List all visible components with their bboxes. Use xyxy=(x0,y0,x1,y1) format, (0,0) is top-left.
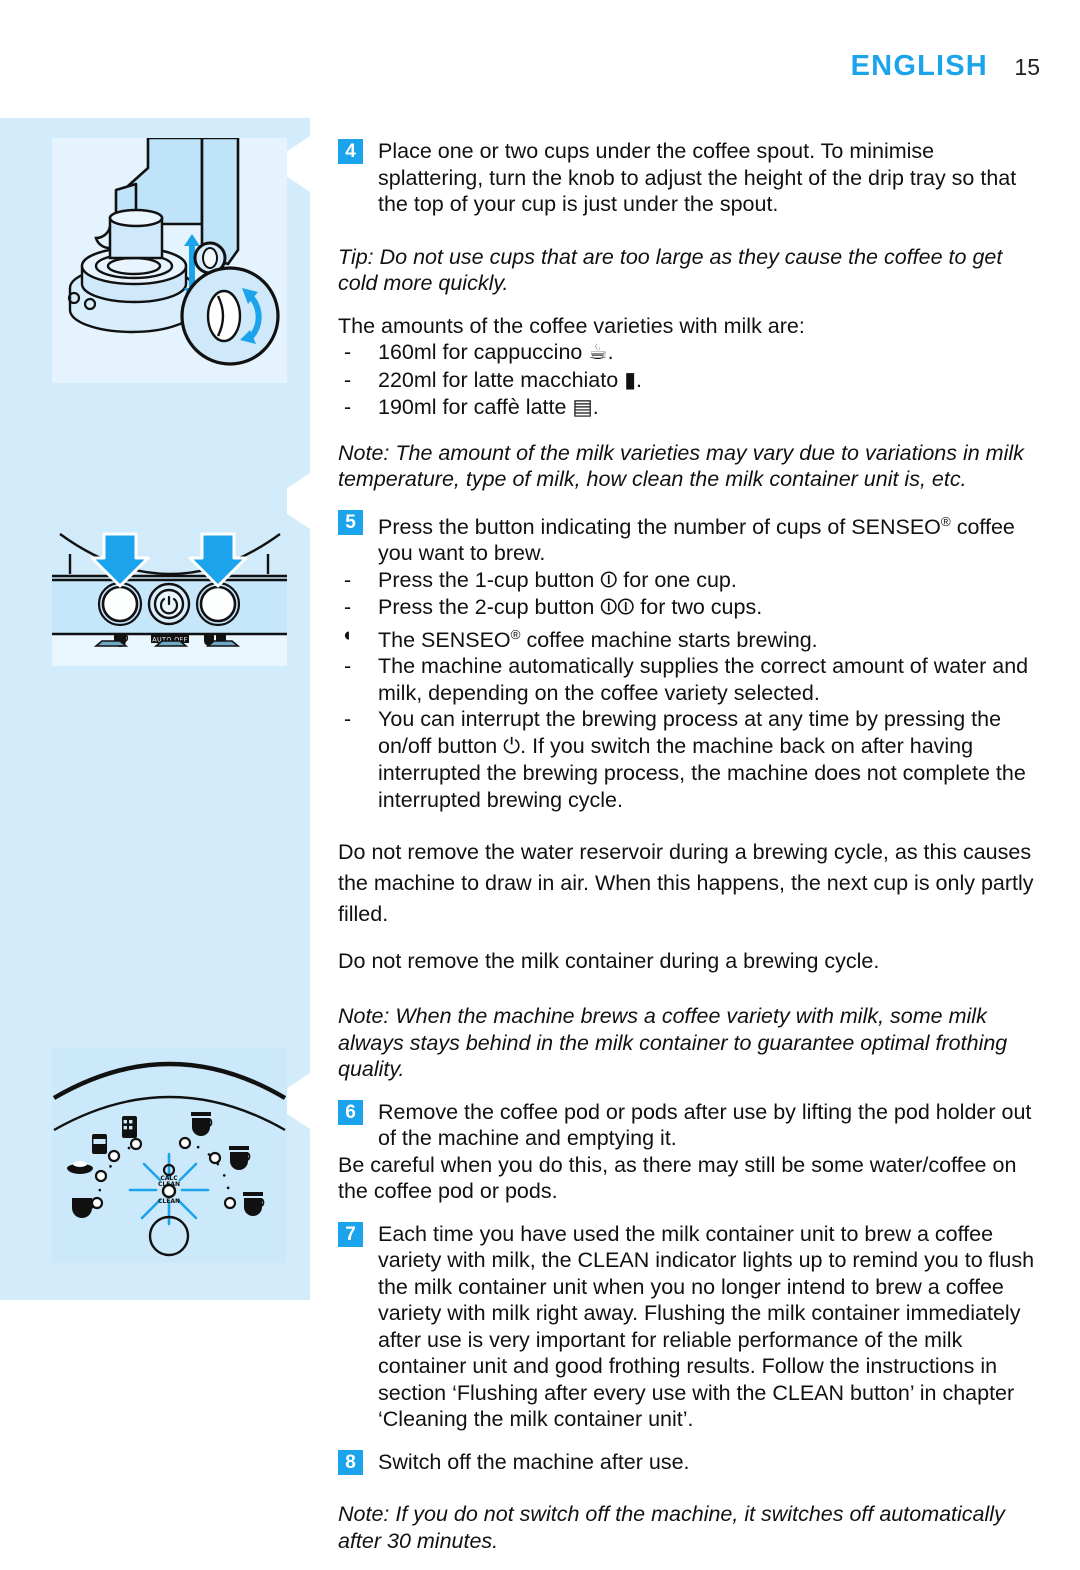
clean-label: CLEAN xyxy=(158,1198,180,1205)
step-5-item-one-cup: - Press the 1-cup button ⏼ for one cup. xyxy=(338,567,1044,595)
auto-supply-text: The machine automatically supplies the c… xyxy=(378,654,1029,705)
step-5-note-interrupt: - You can interrupt the brewing process … xyxy=(338,706,1044,813)
step-4: 4 Place one or two cups under the coffee… xyxy=(338,138,1044,218)
dash-marker: - xyxy=(344,595,352,620)
caffe-latte-glass-icon: ▤ xyxy=(572,395,593,420)
language-label: ENGLISH xyxy=(850,50,988,82)
step-5: 5 Press the button indicating the number… xyxy=(338,509,1044,567)
note-2-text: Note: When the machine brews a coffee va… xyxy=(338,1004,1008,1082)
step-8: 8 Switch off the machine after use. xyxy=(338,1449,1044,1476)
step-6-text: Remove the coffee pod or pods after use … xyxy=(378,1099,1032,1151)
careful-text: Be careful when you do this, as there ma… xyxy=(338,1152,1017,1204)
figure-control-panel: AUTO OFF xyxy=(52,476,287,666)
amount-cappuccino-text: 160ml for cappuccino xyxy=(378,340,583,364)
step-4-number: 4 xyxy=(338,139,363,164)
result-starts-brewing: ◖ The SENSEO® coffee machine starts brew… xyxy=(338,622,1044,654)
figure-drip-tray-height xyxy=(52,138,287,383)
registered-trademark-icon: ® xyxy=(940,513,951,529)
illustration-band: AUTO OFF CALC CLEAN xyxy=(0,118,310,1300)
note-milk-variation: Note: The amount of the milk varieties m… xyxy=(338,440,1044,493)
two-cup-text-after: for two cups. xyxy=(634,595,763,620)
page-number: 15 xyxy=(1014,54,1040,80)
step-7-text: Each time you have used the milk contain… xyxy=(378,1221,1035,1432)
step-5-note-auto-supply: - The machine automatically supplies the… xyxy=(338,653,1044,706)
clean-indicator-light xyxy=(161,1183,177,1199)
amount-cappuccino-suffix: . xyxy=(607,340,614,364)
amount-caffe-latte: - 190ml for caffè latte ▤. xyxy=(338,394,1044,422)
step-6-number: 6 xyxy=(338,1099,363,1125)
page-header: ENGLISH 15 xyxy=(0,50,1080,83)
one-cup-text-before: Press the 1-cup button xyxy=(378,567,601,592)
note-1-text: Note: The amount of the milk varieties m… xyxy=(338,440,1024,492)
tip-text: Tip: Do not use cups that are too large … xyxy=(338,244,1003,296)
step-8-text: Switch off the machine after use. xyxy=(378,1449,690,1474)
amount-latte-macchiato-text: 220ml for latte macchiato xyxy=(378,367,619,392)
dash-marker: - xyxy=(344,567,352,592)
note-auto-switch-off: Note: If you do not switch off the machi… xyxy=(338,1501,1044,1554)
one-cup-text-after: for one cup. xyxy=(617,567,737,592)
figure-variety-dial: CALC CLEAN CLEAN xyxy=(52,1048,287,1263)
step-6: 6 Remove the coffee pod or pods after us… xyxy=(338,1099,1044,1152)
registered-trademark-icon: ® xyxy=(510,626,521,642)
result-marker-icon: ◖ xyxy=(341,624,353,646)
result-text-before: The SENSEO xyxy=(378,627,511,652)
step-7-number: 7 xyxy=(338,1221,363,1247)
warning-2-text: Do not remove the milk container during … xyxy=(338,949,880,974)
careful-note: Be careful when you do this, as there ma… xyxy=(338,1152,1044,1205)
step-8-number: 8 xyxy=(338,1449,363,1475)
two-cup-text-before: Press the 2-cup button xyxy=(378,595,601,620)
two-cup-icon: ⏼⏼ xyxy=(600,595,635,621)
result-text-after: coffee machine starts brewing. xyxy=(520,627,818,652)
amount-latte-macchiato: - 220ml for latte macchiato ▮. xyxy=(338,367,1044,395)
step-5-number: 5 xyxy=(338,509,363,535)
tip-large-cups: Tip: Do not use cups that are too large … xyxy=(338,244,1044,297)
warning-water-reservoir: Do not remove the water reservoir during… xyxy=(338,837,1044,930)
amount-caffe-latte-suffix: . xyxy=(592,395,599,419)
dash-marker: - xyxy=(344,395,352,419)
step-5-item-two-cup: - Press the 2-cup button ⏼⏼ for two cups… xyxy=(338,594,1044,622)
note-3-text: Note: If you do not switch off the machi… xyxy=(338,1502,1005,1553)
amount-latte-macchiato-suffix: . xyxy=(636,367,643,392)
amount-cappuccino: - 160ml for cappuccino ☕. xyxy=(338,339,1044,367)
warning-1-text: Do not remove the water reservoir during… xyxy=(338,840,1034,927)
dash-marker: - xyxy=(344,654,352,679)
amount-caffe-latte-text: 190ml for caffè latte xyxy=(378,395,567,419)
latte-macchiato-glass-icon: ▮ xyxy=(624,367,637,393)
amounts-intro: The amounts of the coffee varieties with… xyxy=(338,313,805,338)
step-4-text: Place one or two cups under the coffee s… xyxy=(378,139,1017,216)
dash-marker: - xyxy=(344,340,352,364)
cappuccino-cup-icon: ☕ xyxy=(588,340,608,365)
step-5-text-before: Press the button indicating the number o… xyxy=(378,514,941,539)
power-icon: ⏻ xyxy=(503,733,521,759)
one-cup-icon: ⏼ xyxy=(600,567,618,593)
note-milk-stays-behind: Note: When the machine brews a coffee va… xyxy=(338,1003,1044,1083)
dash-marker: - xyxy=(344,367,352,392)
warning-milk-container: Do not remove the milk container during … xyxy=(338,946,1044,977)
dash-marker: - xyxy=(344,707,352,732)
instruction-text-column: 4 Place one or two cups under the coffee… xyxy=(338,138,1044,1570)
step-7: 7 Each time you have used the milk conta… xyxy=(338,1221,1044,1433)
